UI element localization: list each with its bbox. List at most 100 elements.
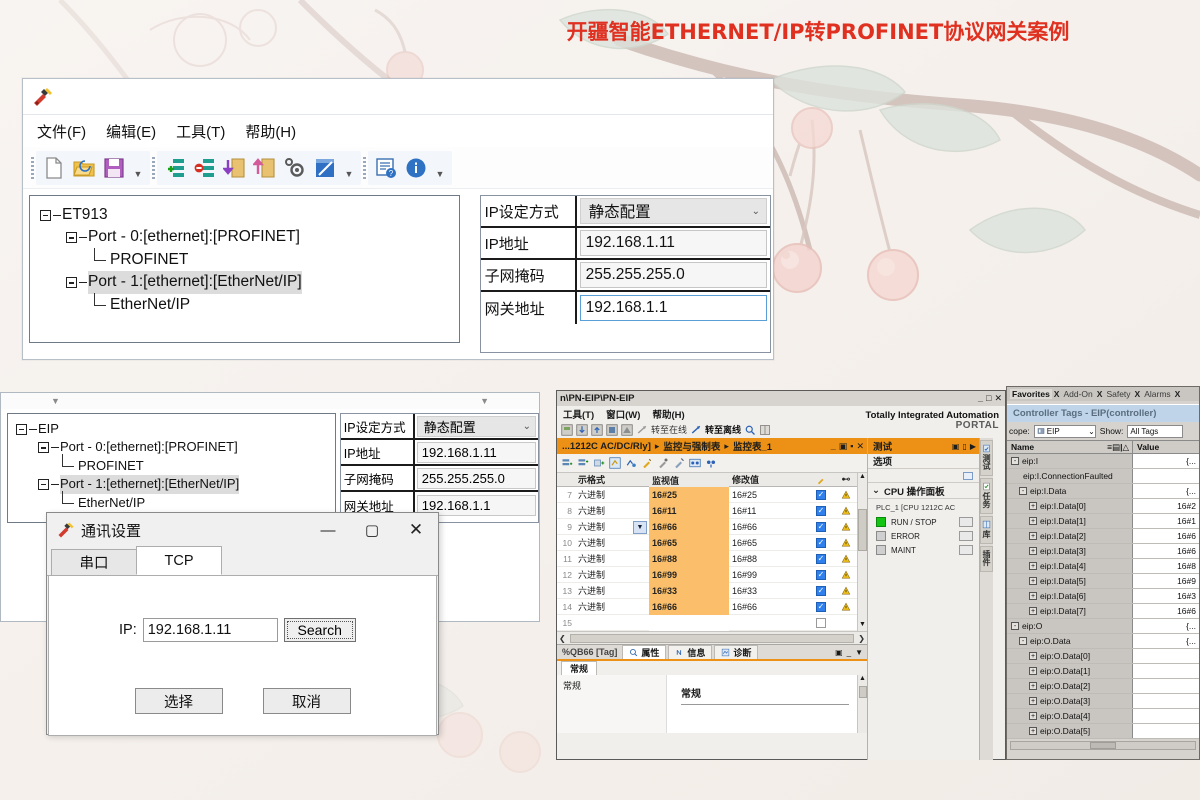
toolbar-overflow-icon[interactable]: ▼ <box>51 396 60 406</box>
tag-name-cell[interactable]: eip:I.ConnectionFaulted <box>1007 469 1133 483</box>
ip-input[interactable]: 192.168.1.11 <box>142 618 278 642</box>
tag-value-cell[interactable]: 16#6 <box>1133 544 1199 558</box>
table-row[interactable]: - eip:O {... <box>1007 619 1199 634</box>
monitor-all-icon[interactable] <box>609 457 621 469</box>
checkbox-unchecked-icon[interactable] <box>816 617 826 628</box>
maximize-button[interactable]: ▢ <box>350 514 394 546</box>
cell-modify-value[interactable]: 16#99 <box>729 570 807 580</box>
modify-with-trigger-icon[interactable] <box>673 457 685 469</box>
tag-name-cell[interactable]: - eip:I <box>1007 454 1133 468</box>
insert-row-icon[interactable] <box>561 457 573 469</box>
ip-mode-select[interactable]: 静态配置 ⌄ <box>416 415 536 437</box>
notepad-icon[interactable] <box>313 156 337 180</box>
expander-icon[interactable]: + <box>1029 697 1037 705</box>
table-row[interactable]: + eip:I.Data[3] 16#6 <box>1007 544 1199 559</box>
tag-value-cell[interactable]: {... <box>1133 619 1199 633</box>
cell-modify-enable[interactable] <box>807 489 835 500</box>
table-row[interactable]: + eip:O.Data[1] <box>1007 664 1199 679</box>
tag-name-cell[interactable]: + eip:I.Data[2] <box>1007 529 1133 543</box>
expander-icon[interactable] <box>66 277 77 289</box>
menu-help[interactable]: 帮助(H) <box>245 121 296 142</box>
tag-value-cell[interactable]: {... <box>1133 454 1199 468</box>
ip-address-input[interactable]: 192.168.1.11 <box>579 230 767 256</box>
info-icon[interactable] <box>404 156 428 180</box>
horizontal-scrollbar[interactable] <box>1010 741 1196 750</box>
vtab-tasks[interactable]: 任务 <box>980 478 993 514</box>
tree-node-port0[interactable]: Port - 0:[ethernet]:[PROFINET] <box>40 226 459 248</box>
tag-value-cell[interactable]: 16#9 <box>1133 574 1199 588</box>
minimize-button[interactable]: _ <box>847 648 851 657</box>
tag-name-cell[interactable]: + eip:O.Data[4] <box>1007 709 1133 723</box>
ip-address-input[interactable]: 192.168.1.11 <box>416 441 536 463</box>
cell-modify-enable[interactable] <box>807 601 835 612</box>
scroll-left-icon[interactable]: ❮ <box>559 634 566 643</box>
expander-icon[interactable]: + <box>1029 502 1037 510</box>
run-stop-button[interactable] <box>959 517 973 527</box>
properties-nav[interactable]: 常规 <box>557 675 667 733</box>
settings-gear-icon[interactable] <box>283 156 307 180</box>
scroll-up-icon[interactable]: ▲ <box>859 473 866 483</box>
tag-value-cell[interactable] <box>1133 649 1199 663</box>
chevron-down-icon[interactable]: ▼ <box>633 521 647 534</box>
gateway-address-input[interactable]: 192.168.1.1 <box>579 295 767 321</box>
toolbar-overflow-icon-2[interactable]: ▼ <box>480 396 489 406</box>
cell-modify-value[interactable]: 16#66 <box>729 522 807 532</box>
help-search-icon[interactable] <box>744 424 756 436</box>
compile-icon[interactable] <box>621 423 633 436</box>
expander-icon[interactable]: + <box>1029 652 1037 660</box>
tag-name-cell[interactable]: + eip:I.Data[6] <box>1007 589 1133 603</box>
checkbox-checked-icon[interactable] <box>816 585 826 596</box>
insert-row-after-icon[interactable] <box>577 457 589 469</box>
expander-icon[interactable]: + <box>1029 562 1037 570</box>
tag-value-cell[interactable] <box>1133 724 1199 738</box>
table-row[interactable]: + eip:I.Data[4] 16#8 <box>1007 559 1199 574</box>
tag-value-cell[interactable]: 16#3 <box>1133 589 1199 603</box>
cell-modify-value[interactable]: 16#25 <box>729 490 807 500</box>
tag-name-cell[interactable]: + eip:O.Data[1] <box>1007 664 1133 678</box>
table-row[interactable]: 8 六进制 16#11 16#11 <box>557 502 857 519</box>
restore-button[interactable]: ▣ <box>952 442 960 451</box>
cell-modify-enable[interactable] <box>807 585 835 596</box>
scrollbar-thumb-horizontal[interactable] <box>569 633 855 643</box>
device-tree-pane[interactable]: ET913 Port - 0:[ethernet]:[PROFINET] PRO… <box>29 195 460 343</box>
tab-safety[interactable]: Safety <box>1104 389 1132 399</box>
table-row[interactable]: + eip:I.Data[5] 16#9 <box>1007 574 1199 589</box>
subtab-general[interactable]: 常规 <box>561 661 598 675</box>
tree-node-ethernetip[interactable]: EtherNet/IP <box>40 293 459 316</box>
menu-edit[interactable]: 编辑(E) <box>106 121 156 142</box>
cell-format[interactable]: 六进制 ▼ <box>575 520 649 534</box>
table-row[interactable]: + eip:I.Data[1] 16#1 <box>1007 514 1199 529</box>
tag-value-cell[interactable] <box>1133 664 1199 678</box>
cell-format[interactable]: 六进制 <box>575 504 649 517</box>
tab-properties[interactable]: 属性 <box>622 645 667 659</box>
document-tab-watch-table[interactable]: ...1212C AC/DC/Rly] ▸ 监控与强制表 ▸ 监控表_1 _ ▣… <box>557 438 867 454</box>
modify-value-icon[interactable] <box>641 457 653 469</box>
expander-icon[interactable]: - <box>1019 637 1027 645</box>
eip-device-tree-pane[interactable]: EIP Port - 0:[ethernet]:[PROFINET] PROFI… <box>7 413 336 523</box>
ip-mode-select[interactable]: 静态配置 ⌄ <box>579 198 767 224</box>
tab-favorites[interactable]: Favorites <box>1010 389 1052 399</box>
cell-format[interactable]: 六进制 <box>575 584 649 597</box>
tag-value-cell[interactable]: 16#2 <box>1133 499 1199 513</box>
table-row[interactable]: + eip:I.Data[0] 16#2 <box>1007 499 1199 514</box>
expander-icon[interactable] <box>40 209 51 221</box>
cancel-button[interactable]: 取消 <box>262 688 351 714</box>
tag-name-cell[interactable]: - eip:I.Data <box>1007 484 1133 498</box>
tab-info[interactable]: 信息 <box>668 645 713 659</box>
cell-modify-value[interactable]: 16#11 <box>729 506 807 516</box>
expander-icon[interactable] <box>66 232 77 244</box>
scrollbar-thumb[interactable] <box>1090 742 1116 749</box>
tag-value-cell[interactable]: 16#6 <box>1133 529 1199 543</box>
tag-name-cell[interactable]: + eip:O.Data[0] <box>1007 649 1133 663</box>
watch-table-vertical-scrollbar[interactable]: ▲ ▼ <box>857 473 867 631</box>
expander-icon[interactable] <box>16 423 27 435</box>
expander-icon[interactable]: + <box>1029 517 1037 525</box>
maximize-button[interactable]: ▪ <box>850 441 853 452</box>
toolbar-grip[interactable] <box>31 156 34 179</box>
cell-format[interactable]: 六进制 <box>575 488 649 501</box>
tag-value-cell[interactable]: {... <box>1133 484 1199 498</box>
cell-format[interactable]: 六进制 <box>575 600 649 613</box>
table-row[interactable]: - eip:O.Data {... <box>1007 634 1199 649</box>
cell-format[interactable]: 六进制 <box>575 552 649 565</box>
tag-value-cell[interactable]: 16#1 <box>1133 514 1199 528</box>
